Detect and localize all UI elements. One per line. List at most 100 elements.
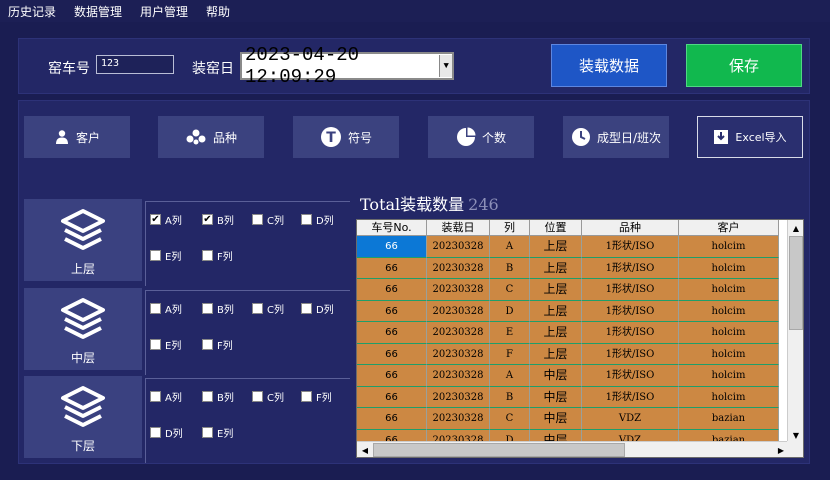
customer-cell[interactable]: holcim — [679, 257, 779, 279]
position-cell[interactable]: 中层 — [530, 408, 582, 430]
variety-cell[interactable]: 1形状/ISO — [582, 279, 679, 301]
car-number-cell[interactable]: 66 — [357, 343, 427, 365]
variety-cell[interactable]: 1形状/ISO — [582, 257, 679, 279]
variety-button[interactable]: 品种 — [158, 116, 264, 158]
column-cell[interactable]: A — [490, 365, 530, 387]
car-number-cell[interactable]: 66 — [357, 300, 427, 322]
customer-cell[interactable]: holcim — [679, 365, 779, 387]
middle-col-f-checkbox[interactable]: F列 — [202, 337, 233, 352]
column-cell[interactable]: C — [490, 408, 530, 430]
column-header[interactable]: 列 — [490, 220, 530, 235]
column-cell[interactable]: E — [490, 322, 530, 344]
column-header[interactable]: 车号No. — [357, 220, 427, 235]
count-button[interactable]: 个数 — [428, 116, 534, 158]
variety-cell[interactable]: VDZ — [582, 408, 679, 430]
variety-cell[interactable]: 1形状/ISO — [582, 343, 679, 365]
customer-button[interactable]: 客户 — [24, 116, 130, 158]
customer-cell[interactable]: holcim — [679, 279, 779, 301]
column-cell[interactable]: B — [490, 386, 530, 408]
chevron-down-icon[interactable]: ▼ — [439, 55, 452, 77]
position-cell[interactable]: 上层 — [530, 279, 582, 301]
load-date-picker[interactable]: 2023-04-20 12:09:29 ▼ — [240, 44, 454, 88]
column-cell[interactable]: D — [490, 300, 530, 322]
table-row[interactable]: 66 20230328 A 中层 1形状/ISO holcim — [357, 365, 779, 387]
top-col-d-checkbox[interactable]: D列 — [301, 212, 334, 227]
customer-cell[interactable]: bazian — [679, 408, 779, 430]
customer-cell[interactable]: holcim — [679, 300, 779, 322]
car-number-cell[interactable]: 66 — [357, 257, 427, 279]
top-col-a-checkbox[interactable]: ✔ A列 — [150, 212, 182, 227]
middle-col-b-checkbox[interactable]: B列 — [202, 301, 234, 316]
variety-cell[interactable]: 1形状/ISO — [582, 365, 679, 387]
customer-cell[interactable]: holcim — [679, 236, 779, 258]
load-date-cell[interactable]: 20230328 — [427, 386, 490, 408]
column-header[interactable]: 位置 — [530, 220, 582, 235]
column-header[interactable]: 客户 — [679, 220, 779, 235]
load-date-cell[interactable]: 20230328 — [427, 279, 490, 301]
scroll-up-icon[interactable]: ▲ — [788, 220, 803, 236]
customer-cell[interactable]: holcim — [679, 322, 779, 344]
column-header[interactable]: 品种 — [582, 220, 679, 235]
menu-user-management[interactable]: 用户管理 — [140, 3, 188, 20]
layer-card-middle[interactable]: 中层 — [24, 288, 142, 370]
symbol-button[interactable]: T 符号 — [293, 116, 399, 158]
middle-col-d-checkbox[interactable]: D列 — [301, 301, 334, 316]
variety-cell[interactable]: 1形状/ISO — [582, 236, 679, 258]
car-number-input[interactable]: 123 — [96, 55, 174, 74]
car-number-cell[interactable]: 66 — [357, 236, 427, 258]
menu-history[interactable]: 历史记录 — [8, 3, 56, 20]
position-cell[interactable]: 上层 — [530, 257, 582, 279]
variety-cell[interactable]: 1形状/ISO — [582, 322, 679, 344]
table-row[interactable]: 66 20230328 C 中层 VDZ bazian — [357, 408, 779, 430]
horizontal-scrollbar[interactable]: ◀ ▶ — [357, 441, 789, 457]
column-cell[interactable]: C — [490, 279, 530, 301]
table-row[interactable]: 66 20230328 A 上层 1形状/ISO holcim — [357, 236, 779, 258]
column-cell[interactable]: A — [490, 236, 530, 258]
column-cell[interactable]: F — [490, 343, 530, 365]
load-date-cell[interactable]: 20230328 — [427, 322, 490, 344]
top-col-b-checkbox[interactable]: ✔ B列 — [202, 212, 234, 227]
menu-help[interactable]: 帮助 — [206, 3, 230, 20]
top-col-e-checkbox[interactable]: E列 — [150, 248, 181, 263]
bottom-col-b-checkbox[interactable]: B列 — [202, 389, 234, 404]
position-cell[interactable]: 上层 — [530, 343, 582, 365]
position-cell[interactable]: 上层 — [530, 322, 582, 344]
car-number-cell[interactable]: 66 — [357, 365, 427, 387]
scroll-thumb[interactable] — [373, 443, 625, 457]
car-number-cell[interactable]: 66 — [357, 408, 427, 430]
table-row[interactable]: 66 20230328 B 中层 1形状/ISO holcim — [357, 386, 779, 408]
scroll-thumb[interactable] — [789, 236, 803, 330]
load-date-cell[interactable]: 20230328 — [427, 343, 490, 365]
position-cell[interactable]: 中层 — [530, 365, 582, 387]
customer-cell[interactable]: holcim — [679, 343, 779, 365]
load-date-cell[interactable]: 20230328 — [427, 408, 490, 430]
table-row[interactable]: 66 20230328 E 上层 1形状/ISO holcim — [357, 322, 779, 344]
middle-col-e-checkbox[interactable]: E列 — [150, 337, 181, 352]
column-cell[interactable]: B — [490, 257, 530, 279]
column-header[interactable]: 装载日 — [427, 220, 490, 235]
position-cell[interactable]: 上层 — [530, 300, 582, 322]
load-date-cell[interactable]: 20230328 — [427, 365, 490, 387]
car-number-cell[interactable]: 66 — [357, 322, 427, 344]
top-col-c-checkbox[interactable]: C列 — [252, 212, 284, 227]
vertical-scrollbar[interactable]: ▲ ▼ — [787, 220, 803, 443]
bottom-col-c-checkbox[interactable]: C列 — [252, 389, 284, 404]
load-date-cell[interactable]: 20230328 — [427, 300, 490, 322]
molding-date-button[interactable]: 成型日/班次 — [563, 116, 669, 158]
variety-cell[interactable]: 1形状/ISO — [582, 300, 679, 322]
layer-card-bottom[interactable]: 下层 — [24, 376, 142, 458]
position-cell[interactable]: 中层 — [530, 386, 582, 408]
load-date-cell[interactable]: 20230328 — [427, 257, 490, 279]
variety-cell[interactable]: 1形状/ISO — [582, 386, 679, 408]
load-data-button[interactable]: 装载数据 — [551, 44, 667, 87]
top-col-f-checkbox[interactable]: F列 — [202, 248, 233, 263]
scroll-left-icon[interactable]: ◀ — [357, 442, 373, 457]
load-date-cell[interactable]: 20230328 — [427, 236, 490, 258]
car-number-cell[interactable]: 66 — [357, 279, 427, 301]
table-row[interactable]: 66 20230328 D 上层 1形状/ISO holcim — [357, 300, 779, 322]
excel-import-button[interactable]: Excel导入 — [697, 116, 803, 158]
table-row[interactable]: 66 20230328 F 上层 1形状/ISO holcim — [357, 343, 779, 365]
bottom-col-a-checkbox[interactable]: A列 — [150, 389, 182, 404]
menu-data-management[interactable]: 数据管理 — [74, 3, 122, 20]
bottom-col-d-checkbox[interactable]: D列 — [150, 425, 183, 440]
